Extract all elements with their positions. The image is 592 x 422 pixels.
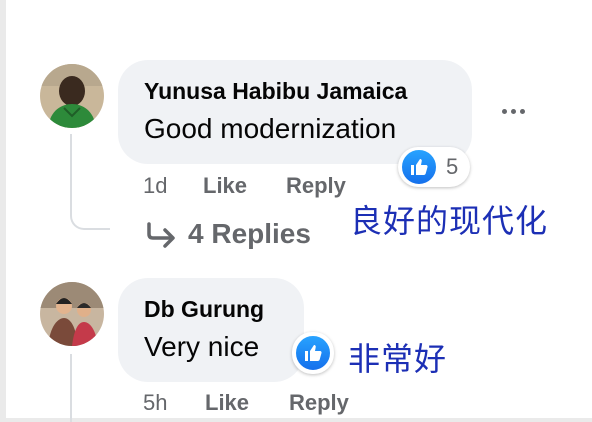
replies-count-label: 4 Replies (188, 218, 311, 249)
more-options-button[interactable] (496, 96, 530, 126)
reaction-summary[interactable]: 5 (398, 147, 470, 187)
thread-connector-curve (70, 204, 110, 230)
reply-button[interactable]: Reply (289, 390, 349, 416)
comment-text: Good modernization (144, 113, 397, 144)
translation-annotation: 良好的现代化 (350, 202, 549, 240)
avatar-db-gurung[interactable] (40, 282, 104, 346)
comment-text: Very nice (144, 331, 260, 362)
avatar-db-gurung-image (40, 282, 104, 346)
left-edge-divider (0, 0, 6, 422)
like-button[interactable]: Like (203, 173, 247, 199)
like-reaction-icon (294, 334, 332, 372)
thread-connector-line-2 (70, 354, 72, 422)
reaction-count: 5 (446, 154, 459, 179)
reaction-summary[interactable] (292, 332, 334, 374)
comment-timestamp[interactable]: 5h (143, 390, 167, 416)
bottom-divider (0, 418, 592, 422)
comment-timestamp[interactable]: 1d (143, 173, 167, 199)
reply-arrow-icon (147, 222, 175, 248)
like-reaction-icon (400, 148, 438, 186)
thread-connector-line (70, 134, 72, 204)
avatar-yunusa-image (40, 64, 104, 128)
reply-button[interactable]: Reply (286, 173, 346, 199)
view-replies-link[interactable]: 4 Replies (146, 218, 311, 250)
more-options-icon (501, 108, 507, 114)
comment-bubble: Db Gurung Very nice (118, 278, 304, 382)
translation-annotation: 非常好 (348, 340, 448, 378)
like-button[interactable]: Like (205, 390, 249, 416)
comment-author[interactable]: Db Gurung (144, 296, 264, 323)
avatar-yunusa[interactable] (40, 64, 104, 128)
comment-author[interactable]: Yunusa Habibu Jamaica (144, 78, 407, 105)
